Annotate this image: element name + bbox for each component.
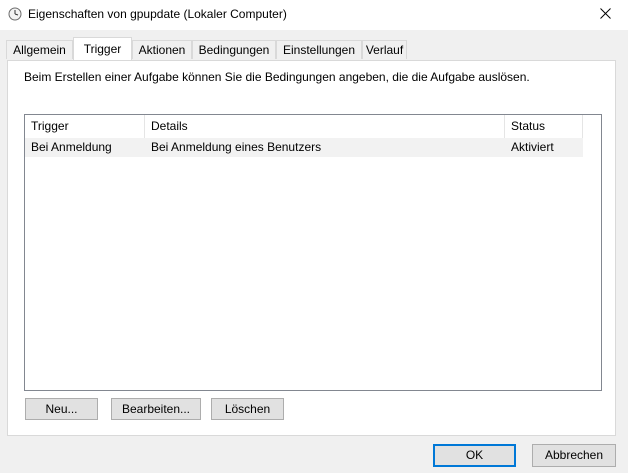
column-header-trigger[interactable]: Trigger [25,115,145,138]
close-button[interactable] [582,0,628,30]
tab-aktionen[interactable]: Aktionen [132,40,192,59]
tab-einstellungen[interactable]: Einstellungen [276,40,362,59]
title-bar: Eigenschaften von gpupdate (Lokaler Comp… [0,0,628,30]
trigger-list[interactable]: Trigger Details Status Bei Anmeldung Bei… [24,114,602,391]
tab-trigger[interactable]: Trigger [73,37,132,60]
tab-allgemein[interactable]: Allgemein [6,40,73,59]
tab-verlauf[interactable]: Verlauf [362,40,407,59]
column-header-status[interactable]: Status [505,115,583,138]
close-icon [599,8,611,22]
row-status-cell: Aktiviert [511,140,554,154]
row-details-cell: Bei Anmeldung eines Benutzers [151,140,322,154]
tab-bedingungen[interactable]: Bedingungen [192,40,276,59]
cancel-button[interactable]: Abbrechen [532,444,616,467]
clock-icon [8,7,22,21]
column-header-details[interactable]: Details [145,115,505,138]
trigger-description: Beim Erstellen einer Aufgabe können Sie … [24,70,530,84]
table-row[interactable]: Bei Anmeldung Bei Anmeldung eines Benutz… [25,138,583,157]
window-title: Eigenschaften von gpupdate (Lokaler Comp… [28,7,287,21]
trigger-tab-panel: Beim Erstellen einer Aufgabe können Sie … [7,60,616,436]
new-trigger-button[interactable]: Neu... [25,398,98,420]
trigger-list-header: Trigger Details Status [25,115,583,138]
edit-trigger-button[interactable]: Bearbeiten... [111,398,201,420]
delete-trigger-button[interactable]: Löschen [211,398,284,420]
ok-button[interactable]: OK [433,444,516,467]
row-trigger-cell: Bei Anmeldung [31,140,112,154]
